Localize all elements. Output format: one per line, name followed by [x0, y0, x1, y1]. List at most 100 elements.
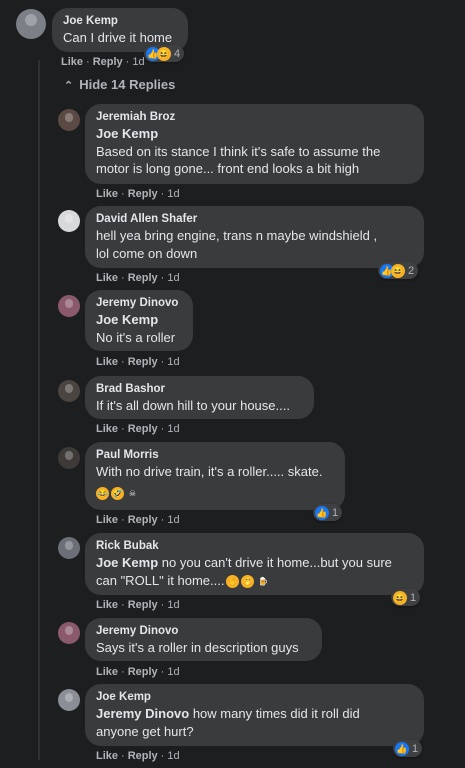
reply-link[interactable]: Reply [128, 423, 158, 435]
reply-reactions[interactable]: 😆 1 [391, 589, 421, 606]
reaction-count: 4 [174, 47, 181, 60]
reply-reactions[interactable]: 👍 😆 2 [378, 262, 419, 279]
reply-text-line-2: lol come on down [96, 245, 198, 261]
like-link[interactable]: Like [96, 666, 118, 678]
reply-time[interactable]: 1d [167, 272, 179, 284]
raised-hand-icon: ✋ [226, 574, 240, 588]
reaction-count: 1 [410, 591, 417, 604]
comment-text: Can I drive it home [63, 30, 173, 45]
reply-author[interactable]: Paul Morris [96, 448, 334, 463]
like-link[interactable]: Like [96, 514, 118, 526]
laughing-emoji-icon: 😂 [96, 486, 109, 500]
reply-actions: Like · Reply · 1d [96, 188, 180, 200]
reply-text-line-1: Says it's a roller in description guys [96, 640, 299, 655]
reply-bubble: Joe Kemp Jeremy Dinovo how many times di… [85, 684, 424, 746]
avatar-paul-morris[interactable] [58, 447, 80, 469]
reply-text-line-1: If it's all down hill to your house.... [96, 398, 290, 413]
hide-replies-label: Hide 14 Replies [79, 77, 176, 92]
reply-author[interactable]: David Allen Shafer [96, 212, 413, 227]
avatar-brad-bashor[interactable] [58, 380, 80, 402]
reply-thread-line [38, 60, 40, 760]
reply-bubble: David Allen Shafer hell yea bring engine… [85, 206, 424, 268]
reply-actions: Like · Reply · 1d [96, 514, 180, 526]
reply-link[interactable]: Reply [128, 750, 158, 762]
reply-actions: Like · Reply · 1d [96, 599, 180, 611]
avatar-david-allen-shafer[interactable] [58, 210, 80, 232]
comment-author[interactable]: Joe Kemp [63, 14, 177, 29]
reply-actions: Like · Reply · 1d [96, 750, 180, 762]
avatar-jeremy-dinovo[interactable] [58, 295, 80, 317]
hide-replies-button[interactable]: ⌃ Hide 14 Replies [64, 77, 175, 92]
reply-bubble: Paul Morris With no drive train, it's a … [85, 442, 345, 510]
reply-reactions[interactable]: 👍 1 [393, 740, 423, 757]
haha-reaction-icon: 😆 [157, 46, 171, 61]
reply-actions: Like · Reply · 1d [96, 356, 180, 368]
reply-text-line-2: anyone get hurt? [96, 723, 194, 739]
hand-over-mouth-icon: 🤭 [241, 574, 255, 588]
reply-link[interactable]: Reply [93, 56, 123, 68]
reply-author[interactable]: Rick Bubak [96, 539, 413, 554]
reply-link[interactable]: Reply [128, 356, 158, 368]
reply-actions: Like · Reply · 1d [96, 272, 180, 284]
haha-reaction-icon: 😆 [393, 590, 407, 605]
comment-time[interactable]: 1d [132, 56, 144, 68]
avatar-joe-kemp[interactable] [58, 689, 80, 711]
reply-link[interactable]: Reply [128, 599, 158, 611]
like-link[interactable]: Like [96, 599, 118, 611]
rofl-emoji-icon: 🤣 [111, 486, 124, 500]
reaction-count: 1 [412, 742, 419, 755]
like-link[interactable]: Like [61, 56, 83, 68]
reply-link[interactable]: Reply [128, 666, 158, 678]
reply-bubble: Rick Bubak Joe Kemp no you can't drive i… [85, 533, 424, 595]
reply-time[interactable]: 1d [167, 514, 179, 526]
reply-mention[interactable]: Joe Kemp [96, 125, 413, 143]
like-link[interactable]: Like [96, 356, 118, 368]
reply-bubble: Jeremy Dinovo Says it's a roller in desc… [85, 618, 322, 661]
reply-bubble: Jeremy Dinovo Joe Kemp No it's a roller [85, 290, 193, 351]
avatar-rick-bubak[interactable] [58, 537, 80, 559]
reply-actions: Like · Reply · 1d [96, 423, 180, 435]
reply-author[interactable]: Joe Kemp [96, 690, 413, 705]
avatar-jeremiah-broz[interactable] [58, 109, 80, 131]
reply-text-line-2: can "ROLL" it home.... [96, 572, 225, 588]
like-link[interactable]: Like [96, 423, 118, 435]
beer-icon: 🍺 [257, 576, 268, 586]
reply-mention[interactable]: Joe Kemp [96, 555, 158, 570]
top-comment-reactions[interactable]: 👍 😆 4 [144, 45, 185, 62]
reply-time[interactable]: 1d [167, 188, 179, 200]
reply-emoji-row: 😂 🤣 ☠ [96, 485, 334, 503]
comment-actions: Like · Reply · 1d [61, 56, 145, 68]
like-link[interactable]: Like [96, 272, 118, 284]
reply-time[interactable]: 1d [167, 356, 179, 368]
reply-time[interactable]: 1d [167, 599, 179, 611]
reply-author[interactable]: Brad Bashor [96, 382, 303, 397]
reply-text-line-1: No it's a roller [96, 329, 176, 345]
like-reaction-icon: 👍 [395, 741, 409, 756]
reply-actions: Like · Reply · 1d [96, 666, 180, 678]
reply-text-line-1: Based on its stance I think it's safe to… [96, 143, 381, 159]
like-reaction-icon: 👍 [315, 505, 329, 520]
reply-mention[interactable]: Joe Kemp [96, 311, 182, 329]
reply-mention[interactable]: Jeremy Dinovo [96, 706, 189, 721]
reply-link[interactable]: Reply [128, 188, 158, 200]
reply-text-line-2: motor is long gone... front end looks a … [96, 161, 360, 176]
reply-link[interactable]: Reply [128, 272, 158, 284]
like-link[interactable]: Like [96, 750, 118, 762]
reply-time[interactable]: 1d [167, 750, 179, 762]
reply-time[interactable]: 1d [167, 666, 179, 678]
reply-author[interactable]: Jeremy Dinovo [96, 296, 182, 311]
reply-bubble: Jeremiah Broz Joe Kemp Based on its stan… [85, 104, 424, 184]
avatar-jeremy-dinovo[interactable] [58, 622, 80, 644]
chevron-up-icon: ⌃ [64, 80, 74, 92]
like-link[interactable]: Like [96, 188, 118, 200]
reply-reactions[interactable]: 👍 1 [313, 504, 343, 521]
reply-time[interactable]: 1d [167, 423, 179, 435]
haha-reaction-icon: 😆 [391, 263, 405, 278]
reply-link[interactable]: Reply [128, 514, 158, 526]
reply-text-line-1: hell yea bring engine, trans n maybe win… [96, 228, 378, 243]
avatar-joe-kemp[interactable] [16, 9, 46, 39]
reply-author[interactable]: Jeremy Dinovo [96, 624, 311, 639]
reply-author[interactable]: Jeremiah Broz [96, 110, 413, 125]
skull-crossbones-icon: ☠ [128, 488, 137, 498]
reply-text-line-1: no you can't drive it home...but you sur… [161, 555, 392, 570]
